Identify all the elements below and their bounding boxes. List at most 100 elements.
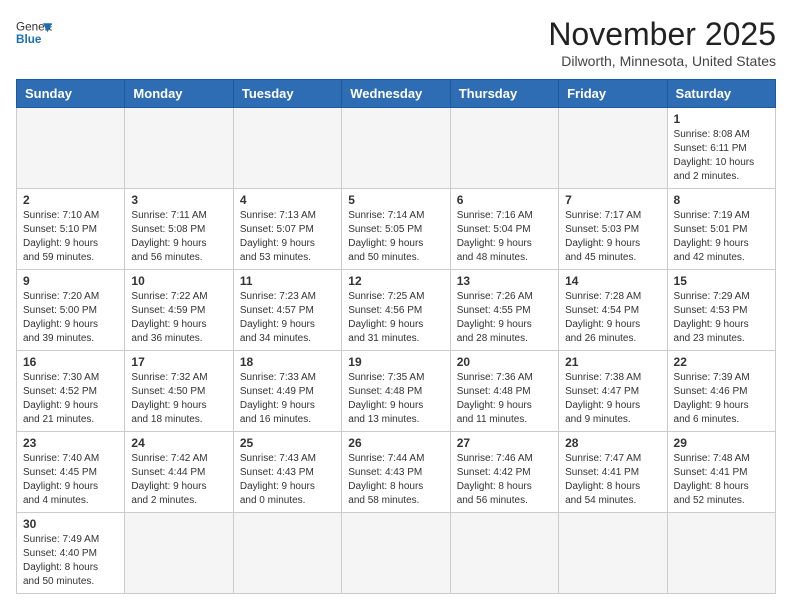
calendar-cell: 5 Sunrise: 7:14 AM Sunset: 5:05 PM Daylig… bbox=[342, 189, 450, 270]
day-info: Sunrise: 7:26 AM Sunset: 4:55 PM Dayligh… bbox=[457, 290, 552, 346]
calendar-cell bbox=[125, 108, 233, 189]
calendar-cell: 11Sunrise: 7:23 AM Sunset: 4:57 PM Dayli… bbox=[233, 270, 341, 351]
date-number: 30 bbox=[23, 517, 118, 531]
day-info: Sunrise: 7:42 AM Sunset: 4:44 PM Dayligh… bbox=[131, 452, 226, 508]
day-info: Sunrise: 7:23 AM Sunset: 4:57 PM Dayligh… bbox=[240, 290, 335, 346]
logo-icon: General Blue bbox=[16, 16, 52, 52]
weekday-header-tuesday: Tuesday bbox=[233, 80, 341, 108]
week-row-5: 23 Sunrise: 7:40 AM Sunset: 4:45 PM Dayli… bbox=[17, 432, 776, 513]
date-number: 23 bbox=[23, 436, 118, 450]
calendar-cell: 21 Sunrise: 7:38 AM Sunset: 4:47 PM Dayli… bbox=[559, 351, 667, 432]
date-number: 7 bbox=[565, 193, 660, 207]
calendar-cell bbox=[342, 513, 450, 594]
date-number: 10 bbox=[131, 274, 226, 288]
day-info: Sunrise: 7:29 AM Sunset: 4:53 PM Dayligh… bbox=[674, 290, 769, 346]
calendar-cell: 22Sunrise: 7:39 AM Sunset: 4:46 PM Dayli… bbox=[667, 351, 775, 432]
weekday-header-friday: Friday bbox=[559, 80, 667, 108]
day-info: Sunrise: 7:11 AM Sunset: 5:08 PM Dayligh… bbox=[131, 209, 226, 265]
week-row-1: 1 Sunrise: 8:08 AM Sunset: 6:11 PM Daylig… bbox=[17, 108, 776, 189]
day-info: Sunrise: 7:35 AM Sunset: 4:48 PM Dayligh… bbox=[348, 371, 443, 427]
date-number: 1 bbox=[674, 112, 769, 126]
logo: General Blue bbox=[16, 16, 52, 52]
date-number: 29 bbox=[674, 436, 769, 450]
date-number: 16 bbox=[23, 355, 118, 369]
day-info: Sunrise: 7:13 AM Sunset: 5:07 PM Dayligh… bbox=[240, 209, 335, 265]
date-number: 5 bbox=[348, 193, 443, 207]
date-number: 14 bbox=[565, 274, 660, 288]
day-info: Sunrise: 7:14 AM Sunset: 5:05 PM Dayligh… bbox=[348, 209, 443, 265]
calendar-cell: 28 Sunrise: 7:47 AM Sunset: 4:41 PM Dayli… bbox=[559, 432, 667, 513]
calendar-cell: 13 Sunrise: 7:26 AM Sunset: 4:55 PM Dayli… bbox=[450, 270, 558, 351]
date-number: 4 bbox=[240, 193, 335, 207]
calendar-cell: 2 Sunrise: 7:10 AM Sunset: 5:10 PM Daylig… bbox=[17, 189, 125, 270]
calendar-cell: 17 Sunrise: 7:32 AM Sunset: 4:50 PM Dayli… bbox=[125, 351, 233, 432]
calendar-cell: 19 Sunrise: 7:35 AM Sunset: 4:48 PM Dayli… bbox=[342, 351, 450, 432]
date-number: 21 bbox=[565, 355, 660, 369]
calendar-cell bbox=[450, 108, 558, 189]
date-number: 18 bbox=[240, 355, 335, 369]
weekday-header-wednesday: Wednesday bbox=[342, 80, 450, 108]
calendar-cell: 20Sunrise: 7:36 AM Sunset: 4:48 PM Dayli… bbox=[450, 351, 558, 432]
date-number: 27 bbox=[457, 436, 552, 450]
day-info: Sunrise: 7:17 AM Sunset: 5:03 PM Dayligh… bbox=[565, 209, 660, 265]
day-info: Sunrise: 7:19 AM Sunset: 5:01 PM Dayligh… bbox=[674, 209, 769, 265]
day-info: Sunrise: 7:16 AM Sunset: 5:04 PM Dayligh… bbox=[457, 209, 552, 265]
day-info: Sunrise: 7:44 AM Sunset: 4:43 PM Dayligh… bbox=[348, 452, 443, 508]
day-info: Sunrise: 7:43 AM Sunset: 4:43 PM Dayligh… bbox=[240, 452, 335, 508]
calendar-cell: 1 Sunrise: 8:08 AM Sunset: 6:11 PM Daylig… bbox=[667, 108, 775, 189]
svg-text:Blue: Blue bbox=[16, 33, 42, 46]
calendar-cell: 24 Sunrise: 7:42 AM Sunset: 4:44 PM Dayli… bbox=[125, 432, 233, 513]
day-info: Sunrise: 8:08 AM Sunset: 6:11 PM Dayligh… bbox=[674, 128, 769, 184]
date-number: 24 bbox=[131, 436, 226, 450]
weekday-header-monday: Monday bbox=[125, 80, 233, 108]
calendar-cell: 27 Sunrise: 7:46 AM Sunset: 4:42 PM Dayli… bbox=[450, 432, 558, 513]
day-info: Sunrise: 7:47 AM Sunset: 4:41 PM Dayligh… bbox=[565, 452, 660, 508]
weekday-header-saturday: Saturday bbox=[667, 80, 775, 108]
week-row-3: 9Sunrise: 7:20 AM Sunset: 5:00 PM Daylig… bbox=[17, 270, 776, 351]
calendar-cell: 12Sunrise: 7:25 AM Sunset: 4:56 PM Dayli… bbox=[342, 270, 450, 351]
date-number: 15 bbox=[674, 274, 769, 288]
date-number: 28 bbox=[565, 436, 660, 450]
weekday-header-row: SundayMondayTuesdayWednesdayThursdayFrid… bbox=[17, 80, 776, 108]
header: General Blue November 2025 Dilworth, Min… bbox=[16, 16, 776, 69]
date-number: 2 bbox=[23, 193, 118, 207]
calendar-cell bbox=[342, 108, 450, 189]
date-number: 17 bbox=[131, 355, 226, 369]
date-number: 8 bbox=[674, 193, 769, 207]
calendar-cell bbox=[17, 108, 125, 189]
date-number: 26 bbox=[348, 436, 443, 450]
calendar-cell bbox=[125, 513, 233, 594]
day-info: Sunrise: 7:40 AM Sunset: 4:45 PM Dayligh… bbox=[23, 452, 118, 508]
date-number: 9 bbox=[23, 274, 118, 288]
calendar-cell bbox=[667, 513, 775, 594]
day-info: Sunrise: 7:46 AM Sunset: 4:42 PM Dayligh… bbox=[457, 452, 552, 508]
calendar-cell bbox=[233, 513, 341, 594]
calendar-cell: 9Sunrise: 7:20 AM Sunset: 5:00 PM Daylig… bbox=[17, 270, 125, 351]
calendar-cell: 4 Sunrise: 7:13 AM Sunset: 5:07 PM Daylig… bbox=[233, 189, 341, 270]
day-info: Sunrise: 7:32 AM Sunset: 4:50 PM Dayligh… bbox=[131, 371, 226, 427]
day-info: Sunrise: 7:39 AM Sunset: 4:46 PM Dayligh… bbox=[674, 371, 769, 427]
week-row-2: 2 Sunrise: 7:10 AM Sunset: 5:10 PM Daylig… bbox=[17, 189, 776, 270]
calendar-cell: 16Sunrise: 7:30 AM Sunset: 4:52 PM Dayli… bbox=[17, 351, 125, 432]
week-row-6: 30Sunrise: 7:49 AM Sunset: 4:40 PM Dayli… bbox=[17, 513, 776, 594]
date-number: 19 bbox=[348, 355, 443, 369]
calendar-cell: 26 Sunrise: 7:44 AM Sunset: 4:43 PM Dayli… bbox=[342, 432, 450, 513]
week-row-4: 16Sunrise: 7:30 AM Sunset: 4:52 PM Dayli… bbox=[17, 351, 776, 432]
date-number: 3 bbox=[131, 193, 226, 207]
calendar-cell: 30Sunrise: 7:49 AM Sunset: 4:40 PM Dayli… bbox=[17, 513, 125, 594]
day-info: Sunrise: 7:33 AM Sunset: 4:49 PM Dayligh… bbox=[240, 371, 335, 427]
day-info: Sunrise: 7:38 AM Sunset: 4:47 PM Dayligh… bbox=[565, 371, 660, 427]
calendar-cell bbox=[559, 108, 667, 189]
day-info: Sunrise: 7:36 AM Sunset: 4:48 PM Dayligh… bbox=[457, 371, 552, 427]
weekday-header-thursday: Thursday bbox=[450, 80, 558, 108]
month-title: November 2025 bbox=[548, 16, 776, 53]
calendar-cell: 8 Sunrise: 7:19 AM Sunset: 5:01 PM Daylig… bbox=[667, 189, 775, 270]
calendar-cell: 15 Sunrise: 7:29 AM Sunset: 4:53 PM Dayli… bbox=[667, 270, 775, 351]
title-area: November 2025 Dilworth, Minnesota, Unite… bbox=[548, 16, 776, 69]
calendar-cell: 7 Sunrise: 7:17 AM Sunset: 5:03 PM Daylig… bbox=[559, 189, 667, 270]
date-number: 13 bbox=[457, 274, 552, 288]
day-info: Sunrise: 7:22 AM Sunset: 4:59 PM Dayligh… bbox=[131, 290, 226, 346]
day-info: Sunrise: 7:10 AM Sunset: 5:10 PM Dayligh… bbox=[23, 209, 118, 265]
day-info: Sunrise: 7:25 AM Sunset: 4:56 PM Dayligh… bbox=[348, 290, 443, 346]
weekday-header-sunday: Sunday bbox=[17, 80, 125, 108]
